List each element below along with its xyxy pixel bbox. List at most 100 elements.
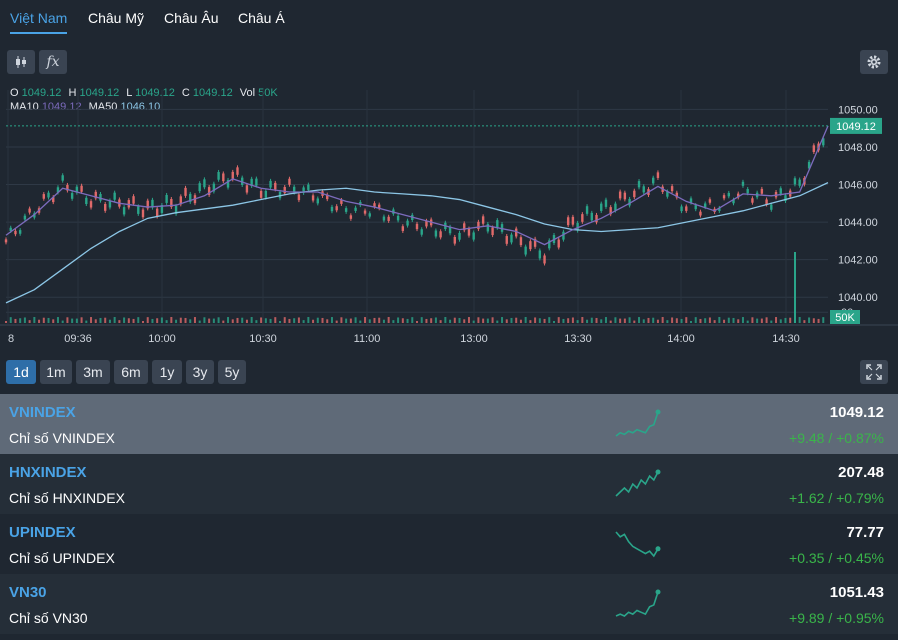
index-symbol: VNINDEX xyxy=(9,404,76,421)
sparkline-path xyxy=(615,591,659,617)
volume-bar xyxy=(798,317,801,323)
candle xyxy=(85,197,88,205)
candle xyxy=(42,194,45,199)
candle xyxy=(415,223,419,230)
candle xyxy=(486,224,490,232)
candle xyxy=(396,215,400,221)
candle xyxy=(288,178,291,185)
candle xyxy=(543,255,546,264)
expand-icon xyxy=(866,364,882,380)
tab-europe[interactable]: Châu Âu xyxy=(164,10,218,32)
volume-bar xyxy=(477,317,480,323)
index-symbol: UPINDEX xyxy=(9,524,76,541)
index-symbol: VN30 xyxy=(9,584,47,601)
volume-bar xyxy=(529,320,532,323)
volume-bar xyxy=(458,317,461,323)
candle xyxy=(137,206,140,214)
volume-bar xyxy=(349,318,352,323)
volume-badge-label: 50K xyxy=(835,312,855,324)
range-5y-button[interactable]: 5y xyxy=(218,360,246,384)
volume-bar xyxy=(449,319,452,323)
volume-bar xyxy=(694,317,697,323)
volume-bar xyxy=(444,317,447,323)
candle xyxy=(510,234,513,243)
candle xyxy=(4,239,8,243)
volume-bar xyxy=(538,318,541,323)
candle xyxy=(472,232,475,240)
indicator-button[interactable]: fx xyxy=(39,50,67,74)
index-row-upindex[interactable]: UPINDEX Chỉ số UPINDEX 77.77 +0.35 / +0.… xyxy=(0,514,898,574)
tab-asia[interactable]: Châu Á xyxy=(238,10,285,32)
volume-bar xyxy=(5,321,7,323)
volume-bar xyxy=(382,319,385,323)
volume-bar xyxy=(647,317,650,323)
candle xyxy=(760,188,764,194)
volume-bar xyxy=(250,317,253,323)
volume-bar xyxy=(756,318,759,323)
y-tick-label: 1042.00 xyxy=(838,255,878,267)
x-tick-label: 10:30 xyxy=(249,333,277,345)
candle xyxy=(600,203,603,211)
volume-bar xyxy=(241,317,244,323)
candle xyxy=(236,167,239,175)
tab-vietnam[interactable]: Việt Nam xyxy=(10,10,68,34)
index-name: Chỉ số UPINDEX xyxy=(9,550,115,566)
candle xyxy=(401,226,405,231)
volume-bar xyxy=(335,320,338,323)
candle xyxy=(519,237,523,246)
volume-bar xyxy=(42,317,45,323)
index-row-vn30[interactable]: VN30 Chỉ số VN30 1051.43 +9.89 / +0.95% xyxy=(0,574,898,634)
x-tick-label: 10:00 xyxy=(148,333,176,345)
volume-bar xyxy=(770,320,773,323)
candle xyxy=(798,179,801,186)
range-3m-button[interactable]: 3m xyxy=(76,360,110,384)
range-1y-button[interactable]: 1y xyxy=(152,360,182,384)
last-price-label: 1049.12 xyxy=(836,121,876,133)
volume-bar xyxy=(604,317,607,323)
chart-type-button[interactable] xyxy=(7,50,35,74)
volume-bar xyxy=(562,318,565,323)
y-tick-label: 1048.00 xyxy=(838,142,878,154)
index-price: 1049.12 xyxy=(829,404,884,421)
volume-bar xyxy=(23,317,26,323)
candle xyxy=(255,178,258,186)
volume-bar xyxy=(19,318,22,323)
settings-button[interactable] xyxy=(860,50,888,74)
candle xyxy=(727,192,730,197)
index-row-hnxindex[interactable]: HNXINDEX Chỉ số HNXINDEX 207.48 +1.62 / … xyxy=(0,454,898,514)
fullscreen-button[interactable] xyxy=(860,360,888,384)
range-6m-button[interactable]: 6m xyxy=(114,360,148,384)
volume-bar xyxy=(737,319,740,323)
range-1d-button[interactable]: 1d xyxy=(6,360,36,384)
volume-bar xyxy=(463,319,466,323)
range-3y-button[interactable]: 3y xyxy=(186,360,214,384)
volume-bar xyxy=(486,318,489,323)
sparkline xyxy=(615,531,661,558)
volume-bar xyxy=(775,317,778,323)
volume-bar xyxy=(345,318,348,323)
volume-bar xyxy=(671,317,674,323)
volume-bar xyxy=(14,318,17,323)
volume-bar xyxy=(28,320,31,323)
index-row-vnindex[interactable]: VNINDEX Chỉ số VNINDEX 1049.12 +9.48 / +… xyxy=(0,394,898,454)
volume-bar xyxy=(723,319,726,323)
index-price: 207.48 xyxy=(838,464,884,481)
volume-bar xyxy=(75,318,78,323)
candle xyxy=(670,186,674,192)
price-chart[interactable]: 1050.00 1048.00 1046.00 1044.00 1042.00 1040.… xyxy=(0,80,898,355)
volume-bar xyxy=(652,317,655,323)
candle xyxy=(685,206,688,211)
volume-bar xyxy=(326,319,329,323)
volume-bar xyxy=(619,318,622,323)
volume-bar xyxy=(420,317,423,323)
candle xyxy=(581,214,584,222)
volume-bar xyxy=(633,320,636,323)
range-1m-button[interactable]: 1m xyxy=(40,360,72,384)
candle xyxy=(61,175,64,181)
volume-bar xyxy=(94,319,97,323)
volume-bar xyxy=(293,318,296,323)
candle xyxy=(80,185,83,192)
volume-bar xyxy=(373,317,376,323)
volume-bar xyxy=(425,318,428,323)
tab-americas[interactable]: Châu Mỹ xyxy=(88,10,144,32)
